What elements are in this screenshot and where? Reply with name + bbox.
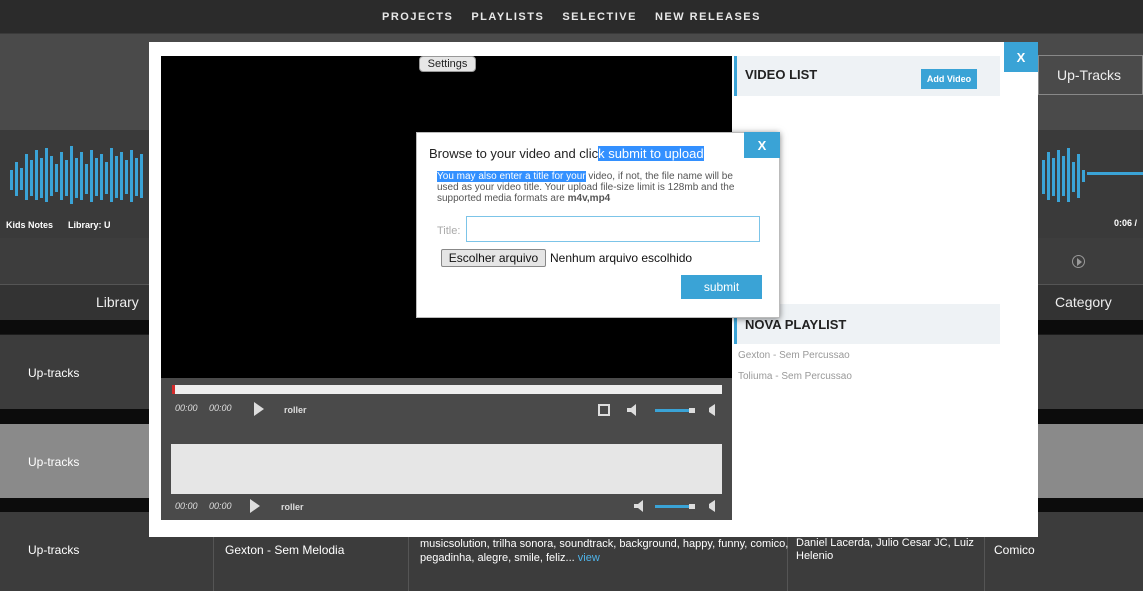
volume-icon[interactable] <box>634 500 646 512</box>
playlist-title: NOVA PLAYLIST <box>745 317 847 332</box>
volume-handle[interactable] <box>689 408 695 413</box>
duration: 00:00 <box>209 403 232 413</box>
progress-bar[interactable] <box>172 385 722 394</box>
track-time: 0:06 / <box>1114 218 1138 228</box>
waveform-right <box>1040 140 1143 210</box>
title-input[interactable] <box>466 216 760 242</box>
track-library: Library: U <box>68 220 111 230</box>
row-category: Comico <box>994 543 1035 557</box>
playlist-item[interactable]: Toliuma - Sem Percussao <box>738 371 852 382</box>
nav-selective[interactable]: SELECTIVE <box>562 11 637 23</box>
playlist-item[interactable]: Gexton - Sem Percussao <box>738 350 850 361</box>
player-title: roller <box>284 405 307 415</box>
row-authors: Daniel Lacerda, Julio Cesar JC, Luiz Hel… <box>796 537 974 562</box>
fullscreen-icon[interactable] <box>598 404 610 416</box>
title-label: Title: <box>437 225 461 237</box>
row-tags: musicsolution, trilha sonora, soundtrack… <box>420 537 790 565</box>
volume-icon[interactable] <box>627 404 639 416</box>
modal-close-button[interactable]: X <box>1004 42 1038 72</box>
volume-handle[interactable] <box>689 504 695 509</box>
second-player-screen[interactable] <box>171 444 722 494</box>
row-library: Up-tracks <box>28 455 80 469</box>
view-link[interactable]: view <box>578 552 600 564</box>
player-title: roller <box>281 502 304 512</box>
uptracks-button[interactable]: Up-Tracks <box>1038 55 1143 95</box>
upload-heading-highlight: k submit to upload <box>598 146 704 161</box>
upload-formats: m4v,mp4 <box>567 193 611 204</box>
play-icon[interactable] <box>254 402 264 416</box>
volume-slider[interactable] <box>655 505 689 508</box>
waveform-left <box>8 140 148 210</box>
current-time: 00:00 <box>175 501 198 511</box>
row-library: Up-tracks <box>28 366 80 380</box>
top-nav: PROJECTS PLAYLISTS SELECTIVE NEW RELEASE… <box>0 0 1143 34</box>
duration: 00:00 <box>209 501 232 511</box>
app-window: PROJECTS PLAYLISTS SELECTIVE NEW RELEASE… <box>0 0 1143 591</box>
volume-max-icon[interactable] <box>703 500 715 512</box>
add-video-button[interactable]: Add Video <box>921 69 977 89</box>
nav-playlists[interactable]: PLAYLISTS <box>471 11 544 23</box>
video-list-title: VIDEO LIST <box>745 67 818 82</box>
column-header-category[interactable]: Category <box>1055 294 1112 310</box>
current-time: 00:00 <box>175 403 198 413</box>
choose-file-button[interactable]: Escolher arquivo <box>441 249 546 267</box>
volume-slider[interactable] <box>655 409 689 412</box>
no-file-text: Nenhum arquivo escolhido <box>550 251 693 265</box>
upload-close-button[interactable]: X <box>744 132 780 158</box>
submit-button[interactable]: submit <box>681 275 762 299</box>
track-name: Kids Notes <box>6 220 54 230</box>
row-track-name: Gexton - Sem Melodia <box>225 543 345 557</box>
nav-projects[interactable]: PROJECTS <box>382 11 453 23</box>
play-icon[interactable] <box>250 499 260 513</box>
volume-max-icon[interactable] <box>703 404 715 416</box>
row-library: Up-tracks <box>28 543 80 557</box>
column-header-library[interactable]: Library <box>96 294 139 310</box>
nav-new-releases[interactable]: NEW RELEASES <box>655 11 761 23</box>
upload-heading-text: Browse to your video and clic <box>429 146 599 161</box>
play-circle-icon[interactable] <box>1072 255 1085 268</box>
row-tags-text: musicsolution, trilha sonora, soundtrack… <box>420 538 789 564</box>
upload-desc-highlight: You may also enter a title for your <box>437 171 586 182</box>
upload-heading: Browse to your video and click submit to… <box>429 146 704 161</box>
progress-fill <box>172 385 175 394</box>
settings-button[interactable]: Settings <box>419 56 476 72</box>
upload-description: You may also enter a title for your vide… <box>437 171 757 204</box>
